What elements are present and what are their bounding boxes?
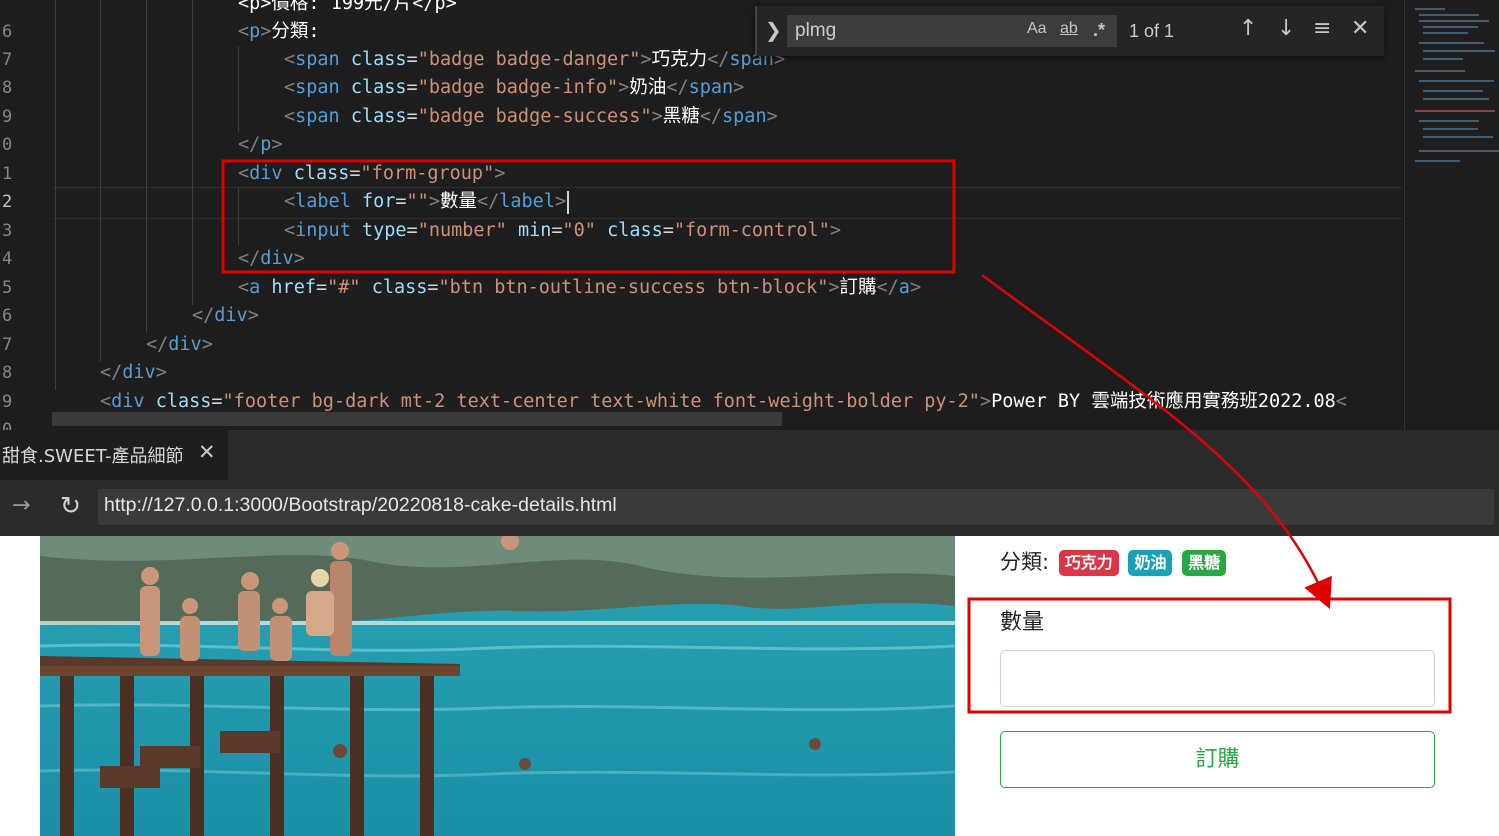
line-number: 8: [2, 363, 13, 383]
line-number: 8: [2, 78, 13, 98]
line-number: 0: [2, 420, 13, 430]
match-case-toggle[interactable]: Aa: [1027, 20, 1047, 38]
whole-word-toggle[interactable]: ab: [1060, 20, 1078, 38]
regex-toggle[interactable]: .*: [1093, 20, 1105, 41]
line-number: 9: [2, 392, 13, 412]
line-number-active: 2: [2, 192, 13, 212]
code-attr-value: "badge badge-success": [417, 106, 652, 127]
product-photo: [40, 536, 955, 836]
line-number: 5: [2, 278, 13, 298]
next-match-icon[interactable]: ↓: [1277, 16, 1295, 41]
reload-icon[interactable]: ↻: [60, 491, 81, 520]
badge-cream: 奶油: [1128, 550, 1173, 576]
find-result-count: 1 of 1: [1129, 21, 1175, 41]
line-number: 3: [2, 221, 13, 241]
code-text: <p>價格: 199元/片</p>: [238, 0, 457, 14]
code-line[interactable]: </p>: [238, 131, 283, 159]
badge-brown-sugar: 黑糖: [1182, 550, 1227, 576]
code-attr-value: "#": [327, 277, 361, 298]
line-number: 7: [2, 50, 13, 70]
browser-tab[interactable]: 甜食.SWEET-產品細節 ✕: [0, 430, 228, 480]
code-attr-value: "form-control": [673, 220, 830, 241]
code-text: 黑糖: [662, 106, 700, 127]
indent-guide: [146, 0, 147, 333]
code-attr-value: "form-group": [360, 163, 495, 184]
code-text: Power BY 雲端技術應用實務班2022.08: [991, 391, 1336, 412]
code-attr-value: "footer bg-dark mt-2 text-center text-wh…: [222, 391, 980, 412]
find-widget: ❯ Aa ab .* 1 of 1 ↑ ↓ ≡ ✕: [755, 6, 1384, 56]
code-line[interactable]: <p>價格: 199元/片</p>: [238, 0, 457, 18]
url-field[interactable]: http://127.0.0.1:3000/Bootstrap/20220818…: [98, 489, 1494, 525]
category-label: 分類:: [1000, 550, 1050, 574]
minimap[interactable]: [1404, 0, 1499, 430]
indent-guide: [55, 0, 56, 390]
code-text: 奶油: [629, 77, 667, 98]
line-number: 6: [2, 22, 13, 42]
line-number: 0: [2, 135, 13, 155]
find-in-selection-icon[interactable]: ≡: [1313, 16, 1331, 41]
line-number: 6: [2, 306, 13, 326]
badge-chocolate: 巧克力: [1058, 550, 1119, 576]
code-attr-value: "0": [562, 220, 596, 241]
code-attr-value: "badge badge-info": [417, 77, 619, 98]
code-attr-value: "": [406, 191, 429, 212]
quantity-input[interactable]: [1000, 650, 1435, 707]
code-line[interactable]: </div>: [146, 331, 213, 359]
close-icon[interactable]: ✕: [198, 440, 216, 464]
close-icon[interactable]: ✕: [1351, 16, 1369, 41]
order-button[interactable]: 訂購: [1000, 731, 1435, 788]
chevron-right-icon[interactable]: ❯: [765, 18, 782, 42]
code-text: 分類:: [271, 21, 320, 42]
line-number: 9: [2, 107, 13, 127]
code-text: 訂購: [839, 277, 877, 298]
line-number-gutter: 6 7 8 9 0 1 2 3 4 5 6 7 8 9 0: [0, 0, 40, 430]
code-attr-value: "btn btn-outline-success btn-block": [438, 277, 829, 298]
code-line[interactable]: <span class="badge badge-info">奶油</span>: [284, 74, 744, 102]
quantity-label: 數量: [1000, 610, 1045, 635]
current-line-highlight: [52, 187, 1402, 219]
code-line[interactable]: </div>: [192, 302, 259, 330]
forward-arrow-icon[interactable]: →: [12, 493, 30, 518]
code-editor[interactable]: 6 7 8 9 0 1 2 3 4 5 6 7 8 9 0 <p>價格: 199…: [0, 0, 1499, 430]
indent-guide: [100, 0, 101, 362]
line-number: 7: [2, 335, 13, 355]
code-attr-value: "badge badge-danger": [417, 49, 641, 70]
tab-title: 甜食.SWEET-產品細節: [2, 446, 184, 467]
indent-guide: [238, 46, 239, 132]
browser-address-bar: → ↻ http://127.0.0.1:3000/Bootstrap/2022…: [0, 480, 1499, 536]
code-attr-value: "number": [417, 220, 507, 241]
code-text: 巧克力: [651, 49, 708, 70]
code-line[interactable]: </div>: [100, 359, 167, 387]
code-line[interactable]: <input type="number" min="0" class="form…: [284, 217, 841, 245]
code-line[interactable]: <a href="#" class="btn btn-outline-succe…: [238, 274, 921, 302]
code-line[interactable]: <p>分類:: [238, 18, 320, 46]
text-cursor: [567, 190, 570, 214]
code-line[interactable]: <div class="form-group">: [238, 160, 505, 188]
horizontal-scrollbar[interactable]: [52, 412, 782, 426]
code-line[interactable]: <span class="badge badge-danger">巧克力</sp…: [284, 46, 785, 74]
indent-guide: [238, 188, 239, 245]
code-line[interactable]: <span class="badge badge-success">黑糖</sp…: [284, 103, 778, 131]
indent-guide: [192, 0, 193, 305]
code-text: 數量: [439, 191, 477, 212]
line-number: 1: [2, 164, 13, 184]
previous-match-icon[interactable]: ↑: [1239, 16, 1257, 41]
code-line-active[interactable]: <label for="">數量</label>: [284, 188, 570, 216]
category-row: 分類: 巧克力 奶油 黑糖: [1000, 546, 1227, 578]
line-number: 4: [2, 249, 13, 269]
code-line[interactable]: </div>: [238, 245, 305, 273]
browser-tab-bar: 甜食.SWEET-產品細節 ✕: [0, 430, 1499, 480]
